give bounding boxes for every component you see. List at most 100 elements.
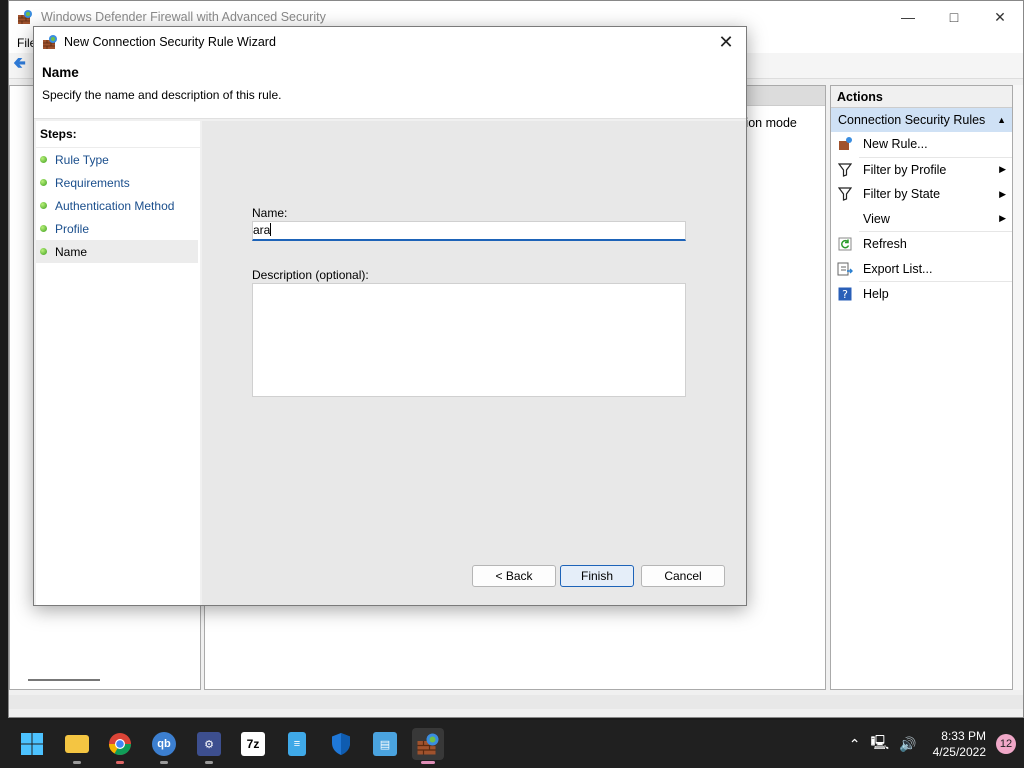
step-status-icon (40, 179, 47, 186)
chrome-icon (109, 733, 131, 755)
action-refresh[interactable]: Refresh (831, 232, 1012, 257)
window-controls: — □ ✕ (885, 1, 1023, 33)
wizard-content: Name: ara Description (optional): < Back… (202, 121, 746, 605)
running-indicator (160, 761, 168, 764)
start-button[interactable] (16, 728, 48, 760)
blank-icon (835, 211, 855, 227)
wizard-subheading: Specify the name and description of this… (42, 88, 282, 102)
maximize-button[interactable]: □ (931, 1, 977, 33)
action-label: Export List... (863, 261, 933, 276)
close-button[interactable]: ✕ (977, 1, 1023, 33)
help-icon: ? (835, 286, 855, 302)
step-label: Requirements (55, 175, 130, 190)
description-input[interactable] (252, 283, 686, 397)
step-item: Authentication Method (36, 194, 200, 217)
steps-title: Steps: (36, 121, 200, 148)
cancel-button[interactable]: Cancel (641, 565, 725, 587)
taskbar-remote-app[interactable]: ⚙ (193, 728, 225, 764)
submenu-arrow-icon: ▶ (999, 188, 1006, 199)
system-tray: ⌃ 🖳 🔊 8:33 PM 4/25/2022 12 (849, 720, 1016, 768)
taskbar-7zip[interactable]: 7z (237, 728, 269, 760)
remote-app-icon: ⚙ (197, 732, 221, 756)
actions-section-header[interactable]: Connection Security Rules ▲ (831, 108, 1012, 132)
running-indicator (73, 761, 81, 764)
svg-text:?: ? (842, 288, 848, 301)
new-rule-icon (835, 136, 855, 152)
text-caret (270, 223, 272, 236)
notepad-icon: ≡ (288, 732, 306, 756)
close-icon[interactable]: ✕ (716, 32, 736, 52)
export-icon (835, 261, 855, 277)
wizard-title: New Connection Security Rule Wizard (64, 35, 276, 49)
actions-title: Actions (831, 86, 1012, 108)
step-item: Rule Type (36, 148, 200, 171)
action-new-rule[interactable]: New Rule... (831, 132, 1012, 157)
7zip-icon: 7z (241, 732, 265, 756)
refresh-icon (835, 236, 855, 252)
notification-badge[interactable]: 12 (996, 734, 1016, 754)
taskbar-windows-security[interactable] (325, 728, 357, 760)
minimize-button[interactable]: — (885, 1, 931, 33)
action-label: Filter by Profile (863, 162, 947, 177)
step-status-icon (40, 202, 47, 209)
taskbar-file-explorer[interactable] (61, 728, 93, 764)
firewall-icon (18, 10, 32, 24)
actions-section-label: Connection Security Rules (838, 113, 986, 127)
collapse-icon: ▲ (997, 115, 1006, 125)
clock[interactable]: 8:33 PM 4/25/2022 (933, 728, 986, 760)
tree-scrollbar[interactable] (28, 679, 100, 681)
network-app-icon: ▤ (373, 732, 397, 756)
action-filter-by-profile[interactable]: Filter by Profile ▶ (831, 158, 1012, 183)
name-label: Name: (252, 206, 288, 220)
step-status-icon (40, 225, 47, 232)
action-filter-by-state[interactable]: Filter by State ▶ (831, 182, 1012, 207)
steps-panel: Steps: Rule Type Requirements Authenticati… (36, 121, 200, 605)
step-label: Rule Type (55, 152, 109, 167)
step-label: Profile (55, 221, 90, 236)
right-scrollbar[interactable] (1013, 85, 1023, 690)
taskbar-notepad[interactable]: ≡ (281, 728, 313, 760)
mmc-status-bar (9, 695, 1023, 709)
taskbar-network-app[interactable]: ▤ (369, 728, 401, 760)
firewall-icon (417, 733, 439, 755)
folder-icon (65, 735, 89, 753)
action-label: Filter by State (863, 187, 941, 202)
submenu-arrow-icon: ▶ (999, 164, 1006, 175)
action-export-list[interactable]: Export List... (831, 257, 1012, 282)
step-item: Requirements (36, 171, 200, 194)
filter-icon (835, 186, 855, 202)
running-indicator (116, 761, 124, 764)
finish-button[interactable]: Finish (560, 565, 634, 587)
action-view[interactable]: View ▶ (831, 207, 1012, 232)
running-indicator (205, 761, 213, 764)
qbittorrent-icon: qb (152, 732, 176, 756)
step-status-icon (40, 248, 47, 255)
back-button[interactable]: < Back (472, 565, 556, 587)
submenu-arrow-icon: ▶ (999, 213, 1006, 224)
filter-icon (835, 162, 855, 178)
step-label: Authentication Method (55, 198, 175, 213)
action-label: Refresh (863, 237, 907, 252)
running-indicator (421, 761, 435, 764)
network-icon[interactable]: 🖳 (870, 732, 889, 756)
taskbar-firewall[interactable] (412, 728, 444, 764)
action-help[interactable]: ? Help (831, 282, 1012, 307)
action-label: New Rule... (863, 137, 928, 152)
wizard-body: Steps: Rule Type Requirements Authenticati… (34, 119, 746, 605)
chevron-up-icon[interactable]: ⌃ (849, 736, 861, 753)
wizard-heading: Name (42, 65, 79, 80)
taskbar-chrome[interactable] (104, 728, 136, 764)
wizard-titlebar: New Connection Security Rule Wizard ✕ (34, 27, 746, 57)
back-arrow-icon[interactable]: 🢀 (13, 52, 26, 79)
taskbar-qbittorrent[interactable]: qb (148, 728, 180, 764)
step-list: Rule Type Requirements Authentication Meth… (36, 148, 200, 263)
name-value: ara (253, 223, 271, 237)
step-status-icon (40, 156, 47, 163)
name-input[interactable]: ara (252, 221, 686, 241)
volume-icon[interactable]: 🔊 (899, 736, 916, 753)
clock-time: 8:33 PM (941, 729, 986, 743)
mmc-title-text: Windows Defender Firewall with Advanced … (41, 10, 326, 24)
wizard-dialog: New Connection Security Rule Wizard ✕ Na… (33, 26, 747, 606)
step-item: Profile (36, 217, 200, 240)
step-item: Name (36, 240, 198, 263)
